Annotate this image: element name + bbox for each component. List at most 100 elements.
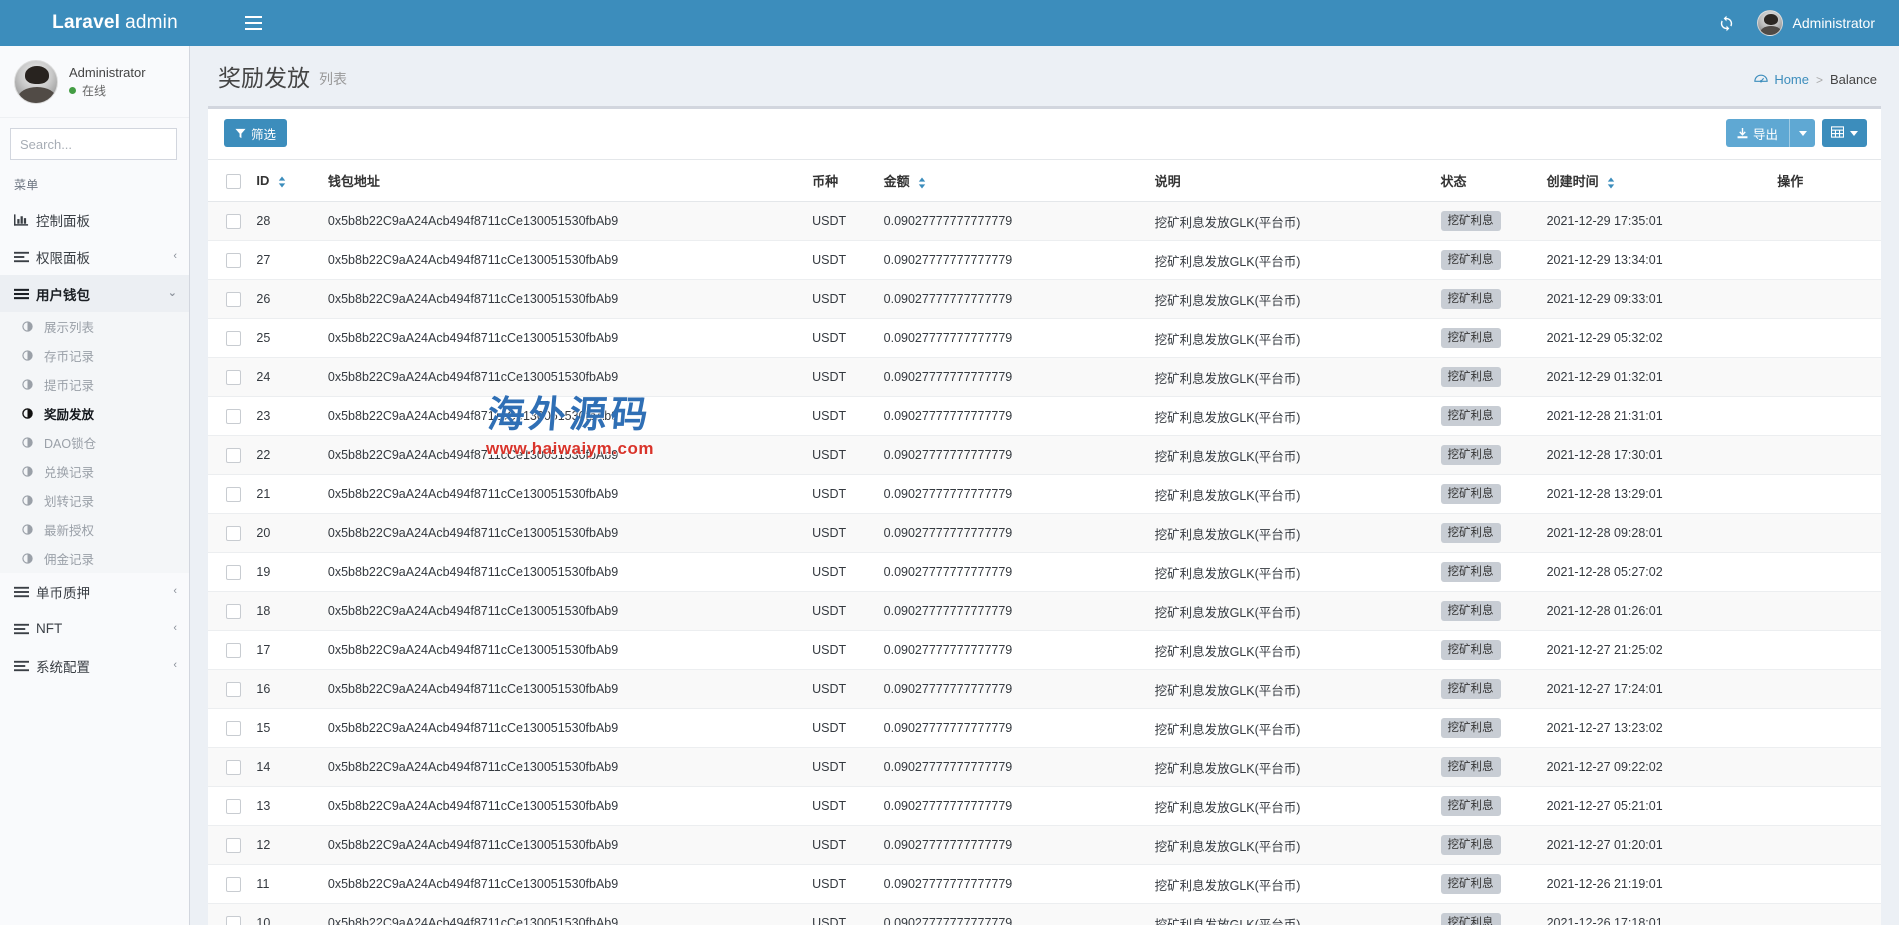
cell-action [1777, 358, 1881, 397]
table-row[interactable]: 250x5b8b22C9aA24Acb494f8711cCe130051530f… [208, 319, 1881, 358]
table-row[interactable]: 280x5b8b22C9aA24Acb494f8711cCe130051530f… [208, 202, 1881, 241]
table-row[interactable]: 200x5b8b22C9aA24Acb494f8711cCe130051530f… [208, 514, 1881, 553]
sidebar-item-single-coin-staking[interactable]: 单币质押 ‹ [0, 573, 189, 610]
cell-action [1777, 865, 1881, 904]
row-checkbox[interactable] [226, 487, 241, 502]
table-row[interactable]: 270x5b8b22C9aA24Acb494f8711cCe130051530f… [208, 241, 1881, 280]
table-row[interactable]: 170x5b8b22C9aA24Acb494f8711cCe130051530f… [208, 631, 1881, 670]
sidebar-subitem-latest-authorization[interactable]: 最新授权 [0, 515, 189, 544]
th-id[interactable]: ID [256, 160, 327, 202]
cell-description: 挖矿利息发放GLK(平台币) [1155, 319, 1441, 358]
sidebar-item-permissions[interactable]: 权限面板 ‹ [0, 238, 189, 275]
table-row[interactable]: 240x5b8b22C9aA24Acb494f8711cCe130051530f… [208, 358, 1881, 397]
sidebar-item-label: 单币质押 [36, 582, 173, 602]
sort-icon[interactable] [278, 176, 286, 188]
sidebar-item-nft[interactable]: NFT ‹ [0, 610, 189, 647]
row-checkbox[interactable] [226, 214, 241, 229]
th-created-at[interactable]: 创建时间 [1547, 160, 1778, 202]
row-checkbox[interactable] [226, 877, 241, 892]
search-input[interactable] [11, 129, 190, 159]
row-checkbox[interactable] [226, 604, 241, 619]
table-row[interactable]: 210x5b8b22C9aA24Acb494f8711cCe130051530f… [208, 475, 1881, 514]
table-row[interactable]: 140x5b8b22C9aA24Acb494f8711cCe130051530f… [208, 748, 1881, 787]
row-checkbox[interactable] [226, 916, 241, 925]
sidebar-subitem-withdraw-records[interactable]: 提币记录 [0, 370, 189, 399]
cell-amount: 0.09027777777777779 [884, 787, 1155, 826]
sidebar-search[interactable] [10, 128, 177, 160]
th-coin: 币种 [812, 160, 883, 202]
table-row[interactable]: 220x5b8b22C9aA24Acb494f8711cCe130051530f… [208, 436, 1881, 475]
sidebar-subitem-deposit-records[interactable]: 存币记录 [0, 341, 189, 370]
status-badge: 挖矿利息 [1441, 601, 1501, 621]
th-description: 说明 [1155, 160, 1441, 202]
cell-created-at: 2021-12-27 09:22:02 [1547, 748, 1778, 787]
chevron-down-icon: ⌄ [168, 288, 177, 299]
select-all-checkbox[interactable] [226, 174, 241, 189]
sidebar-subitem-exchange-records[interactable]: 兑换记录 [0, 457, 189, 486]
row-checkbox[interactable] [226, 448, 241, 463]
sidebar-subitem-label: 划转记录 [44, 491, 94, 510]
breadcrumb-home[interactable]: Home [1774, 72, 1809, 87]
sidebar-item-system-config[interactable]: 系统配置 ‹ [0, 647, 189, 684]
row-checkbox[interactable] [226, 409, 241, 424]
row-checkbox[interactable] [226, 292, 241, 307]
row-checkbox[interactable] [226, 643, 241, 658]
sidebar-subitem-label: 奖励发放 [44, 404, 94, 423]
table-row[interactable]: 180x5b8b22C9aA24Acb494f8711cCe130051530f… [208, 592, 1881, 631]
row-checkbox[interactable] [226, 721, 241, 736]
brand-logo[interactable]: Laravel admin [0, 0, 230, 46]
cell-status: 挖矿利息 [1441, 787, 1547, 826]
row-checkbox[interactable] [226, 331, 241, 346]
th-amount[interactable]: 金额 [884, 160, 1155, 202]
th-wallet-address: 钱包地址 [328, 160, 812, 202]
column-selector-button[interactable] [1822, 119, 1867, 147]
sidebar-item-dashboard[interactable]: 控制面板 [0, 201, 189, 238]
sidebar-subitem-transfer-records[interactable]: 划转记录 [0, 486, 189, 515]
cell-amount: 0.09027777777777779 [884, 670, 1155, 709]
content-header: 奖励发放 列表 Home > Balance [190, 46, 1899, 93]
user-menu[interactable]: Administrator [1749, 0, 1885, 46]
cell-created-at: 2021-12-28 21:31:01 [1547, 397, 1778, 436]
cell-description: 挖矿利息发放GLK(平台币) [1155, 475, 1441, 514]
table-row[interactable]: 120x5b8b22C9aA24Acb494f8711cCe130051530f… [208, 826, 1881, 865]
export-dropdown-toggle[interactable] [1789, 119, 1815, 147]
cell-id: 12 [256, 826, 327, 865]
export-button[interactable]: 导出 [1726, 119, 1789, 147]
sidebar-subitem-dao-lock[interactable]: DAO锁仓 [0, 428, 189, 457]
sidebar-subitem-display-list[interactable]: 展示列表 [0, 312, 189, 341]
table-row[interactable]: 130x5b8b22C9aA24Acb494f8711cCe130051530f… [208, 787, 1881, 826]
table-row[interactable]: 150x5b8b22C9aA24Acb494f8711cCe130051530f… [208, 709, 1881, 748]
row-checkbox[interactable] [226, 253, 241, 268]
user-menu-label: Administrator [1793, 15, 1875, 31]
row-checkbox[interactable] [226, 760, 241, 775]
row-checkbox[interactable] [226, 370, 241, 385]
table-row[interactable]: 230x5b8b22C9aA24Acb494f8711cCe130051530f… [208, 397, 1881, 436]
refresh-icon[interactable] [1705, 0, 1749, 46]
table-row[interactable]: 190x5b8b22C9aA24Acb494f8711cCe130051530f… [208, 553, 1881, 592]
filter-button[interactable]: 筛选 [224, 119, 287, 147]
sort-icon[interactable] [1607, 177, 1615, 189]
table-row[interactable]: 260x5b8b22C9aA24Acb494f8711cCe130051530f… [208, 280, 1881, 319]
th-action: 操作 [1777, 160, 1881, 202]
row-checkbox[interactable] [226, 838, 241, 853]
sidebar-subitem-commission-records[interactable]: 佣金记录 [0, 544, 189, 573]
cell-coin: USDT [812, 709, 883, 748]
sidebar-subitem-reward-distribution[interactable]: 奖励发放 [0, 399, 189, 428]
row-checkbox[interactable] [226, 565, 241, 580]
row-checkbox[interactable] [226, 682, 241, 697]
row-checkbox[interactable] [226, 799, 241, 814]
hamburger-icon[interactable] [230, 0, 276, 46]
table-row[interactable]: 160x5b8b22C9aA24Acb494f8711cCe130051530f… [208, 670, 1881, 709]
cell-description: 挖矿利息发放GLK(平台币) [1155, 865, 1441, 904]
records-table: ID 钱包地址 币种 金额 [208, 159, 1881, 925]
sidebar-user-status: 在线 [69, 82, 146, 100]
sidebar-item-user-wallet[interactable]: 用户钱包 ⌄ [0, 275, 189, 312]
cell-created-at: 2021-12-26 17:18:01 [1547, 904, 1778, 925]
cell-wallet-address: 0x5b8b22C9aA24Acb494f8711cCe130051530fbA… [328, 514, 812, 553]
status-badge: 挖矿利息 [1441, 757, 1501, 777]
sort-icon[interactable] [918, 177, 926, 189]
th-created-at-label: 创建时间 [1547, 174, 1599, 189]
table-row[interactable]: 110x5b8b22C9aA24Acb494f8711cCe130051530f… [208, 865, 1881, 904]
table-row[interactable]: 100x5b8b22C9aA24Acb494f8711cCe130051530f… [208, 904, 1881, 925]
row-checkbox[interactable] [226, 526, 241, 541]
